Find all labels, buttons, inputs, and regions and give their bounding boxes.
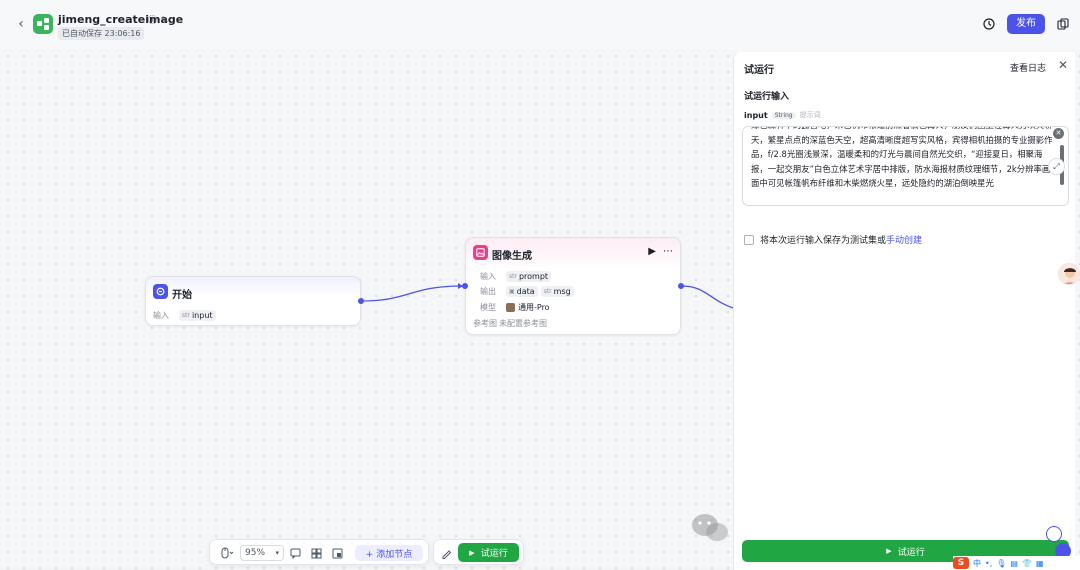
add-node-button[interactable]: + 添加节点: [355, 545, 423, 561]
ime-lang[interactable]: 中: [973, 558, 981, 569]
sogou-ime-logo[interactable]: S: [953, 557, 969, 569]
assistant-avatar[interactable]: [1058, 263, 1080, 285]
punctuation-icon[interactable]: •,: [985, 559, 992, 568]
mic-icon[interactable]: 🎙: [996, 559, 1006, 568]
run-toolbar: ▶ 试运行: [433, 539, 524, 565]
prompt-text[interactable]: 绿色森林中的露营地，米色帆布帐篷前燃着橘色篝火，朋友们围坐在篝火旁欢笑聊天，繁星…: [751, 127, 1053, 191]
image-output-tag-msg: str msg: [540, 286, 574, 297]
image-node-title: 图像生成: [492, 251, 532, 262]
canvas-toolbar: 95% ▾ + 添加节点: [209, 539, 429, 565]
minimap-icon[interactable]: [329, 545, 345, 561]
edge-start-to-image: [360, 285, 463, 302]
debug-icon[interactable]: [438, 545, 454, 561]
start-output-port[interactable]: [358, 298, 364, 304]
start-input-tag: str input: [179, 310, 216, 321]
panel-title: 试运行: [744, 65, 774, 76]
zoom-select[interactable]: 95% ▾: [240, 545, 284, 561]
close-icon[interactable]: ✕: [1056, 58, 1070, 72]
help-float-icon[interactable]: [1046, 526, 1062, 542]
test-run-panel: 试运行 查看日志 ✕ 试运行输入 input String 提示词 绿色森林中的…: [733, 52, 1075, 570]
image-output-label: 输出: [480, 287, 496, 296]
save-testset-text: 将本次运行输入保存为测试集或: [760, 236, 887, 246]
view-log-link[interactable]: 查看日志: [1010, 61, 1046, 74]
prompt-textarea[interactable]: 绿色森林中的露营地，米色帆布帐篷前燃着橘色篝火，朋友们围坐在篝火旁欢笑聊天，繁星…: [742, 126, 1069, 206]
save-testset-checkbox[interactable]: [744, 234, 754, 245]
edge-image-to-next: [681, 285, 734, 309]
model-label: 模型: [480, 303, 496, 312]
ref-value: 未配置参考图: [499, 319, 547, 328]
keyboard-icon[interactable]: ▤: [1010, 559, 1018, 568]
image-input-port[interactable]: [462, 283, 468, 289]
play-icon: ▶: [886, 548, 892, 555]
play-icon: ▶: [469, 549, 475, 557]
image-output-tag-data: ▣ data: [506, 286, 538, 297]
image-output-port[interactable]: [678, 283, 684, 289]
manual-create-link[interactable]: 手动创建: [886, 233, 922, 246]
clear-icon[interactable]: ✕: [1053, 128, 1064, 139]
image-icon: [473, 245, 488, 260]
expand-icon[interactable]: ⤢: [1048, 158, 1065, 175]
save-as-testset-row: 将本次运行输入保存为测试集或 手动创建: [744, 233, 922, 246]
comment-icon[interactable]: [287, 545, 303, 561]
model-avatar-icon: [506, 303, 515, 312]
ref-label: 参考图: [473, 319, 497, 328]
start-input-label: 输入: [153, 311, 169, 320]
model-name: 通用-Pro: [518, 303, 550, 312]
apps-icon[interactable]: ▦: [1036, 559, 1044, 568]
image-type-icon: ▣: [509, 288, 515, 295]
toolbar-run-button[interactable]: ▶ 试运行: [458, 543, 519, 562]
start-node[interactable]: 开始 输入 str input: [145, 276, 364, 326]
layout-icon[interactable]: [308, 545, 324, 561]
mouse-mode-icon[interactable]: [216, 545, 238, 561]
image-input-tag: str prompt: [506, 271, 552, 282]
more-icon[interactable]: ⋯: [663, 246, 673, 257]
ime-toolbar: S 中 •, 🎙 ▤ 👕 ▦: [953, 556, 1080, 570]
section-title: 试运行输入: [744, 92, 790, 102]
start-node-title: 开始: [172, 290, 192, 301]
skin-icon[interactable]: 👕: [1022, 559, 1032, 568]
input-field-label: input String 提示词: [744, 110, 821, 120]
chevron-down-icon: ▾: [275, 549, 279, 557]
image-gen-node[interactable]: 图像生成 ▶ ⋯ 输入 str prompt 输出 ▣ data str msg 模型 …: [462, 237, 684, 335]
start-icon: [153, 284, 168, 299]
image-input-label: 输入: [480, 272, 496, 281]
run-node-icon[interactable]: ▶: [648, 246, 656, 257]
